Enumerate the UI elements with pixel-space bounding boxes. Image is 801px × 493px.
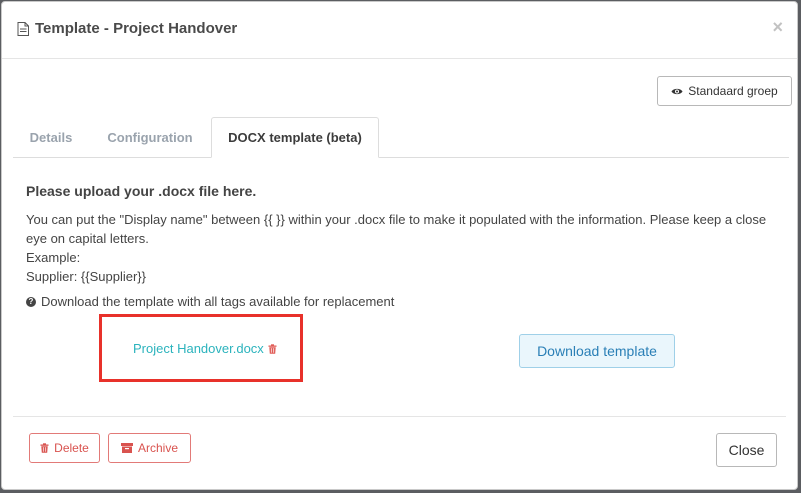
question-circle-icon: ? [26, 296, 36, 307]
close-icon[interactable]: × [772, 18, 783, 36]
archive-button[interactable]: Archive [108, 433, 191, 463]
description-text: You can put the "Display name" between {… [26, 212, 767, 246]
close-button[interactable]: Close [716, 433, 777, 467]
example-value: Supplier: {{Supplier}} [26, 269, 146, 284]
eye-icon [671, 88, 683, 94]
footer-divider [13, 416, 786, 417]
download-note-text: Download the template with all tags avai… [41, 294, 395, 309]
tab-configuration[interactable]: Configuration [93, 117, 207, 157]
modal-title: Template - Project Handover [17, 20, 237, 37]
download-note: ? Download the template with all tags av… [26, 294, 394, 309]
example-label: Example: [26, 250, 81, 265]
upload-heading: Please upload your .docx file here. [26, 183, 257, 199]
download-template-button[interactable]: Download template [519, 334, 675, 368]
uploaded-file-name[interactable]: Project Handover.docx [133, 341, 264, 356]
archive-icon [120, 443, 133, 453]
tab-details[interactable]: Details [13, 117, 89, 157]
trash-icon [40, 443, 49, 453]
description: You can put the "Display name" between {… [26, 210, 786, 286]
standaard-groep-label: Standaard groep [688, 84, 778, 98]
modal-header: Template - Project Handover × [2, 2, 797, 59]
uploaded-file-link[interactable]: Project Handover.docx [133, 341, 277, 356]
modal-title-text: Template - Project Handover [35, 20, 238, 37]
archive-label: Archive [137, 441, 178, 455]
trash-icon[interactable] [268, 343, 277, 354]
tab-docx-template[interactable]: DOCX template (beta) [211, 117, 379, 158]
delete-label: Delete [54, 441, 89, 455]
document-icon [17, 21, 29, 36]
tab-bar: Details Configuration DOCX template (bet… [13, 117, 789, 158]
delete-button[interactable]: Delete [29, 433, 100, 463]
standaard-groep-button[interactable]: Standaard groep [657, 76, 792, 106]
template-modal: Template - Project Handover × Standaard … [1, 1, 798, 490]
